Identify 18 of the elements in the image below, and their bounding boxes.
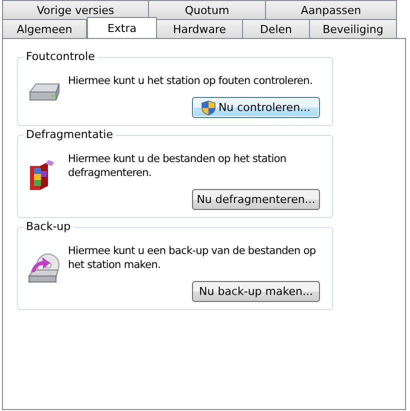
group-title: Defragmentatie	[23, 128, 116, 141]
tab[interactable]: Quotum	[149, 0, 266, 19]
tab[interactable]: Vorige versies	[2, 0, 149, 19]
tab[interactable]: Beveiliging	[310, 19, 397, 38]
tab[interactable]: Hardware	[157, 19, 243, 38]
description-text: Hiermee kunt u de bestanden op het station defragmenteren.	[68, 152, 288, 180]
action-button[interactable]: Nu defragmenteren...	[192, 189, 320, 210]
tab[interactable]: Algemeen	[2, 19, 87, 38]
group-title: Foutcontrole	[23, 50, 98, 63]
description-text: Hiermee kunt u het station op fouten controleren.	[68, 74, 314, 88]
tab[interactable]: Aanpassen	[266, 0, 397, 19]
group-title: Back-up	[23, 220, 74, 233]
action-button[interactable]: Nu controleren...	[192, 97, 320, 118]
tab[interactable]: Extra	[87, 17, 157, 38]
description-text: Hiermee kunt u een back-up van de bestanden op het station maken.	[68, 244, 317, 272]
tab[interactable]: Delen	[243, 19, 310, 38]
action-button[interactable]: Nu back-up maken...	[192, 281, 320, 302]
shield-icon	[201, 100, 216, 116]
